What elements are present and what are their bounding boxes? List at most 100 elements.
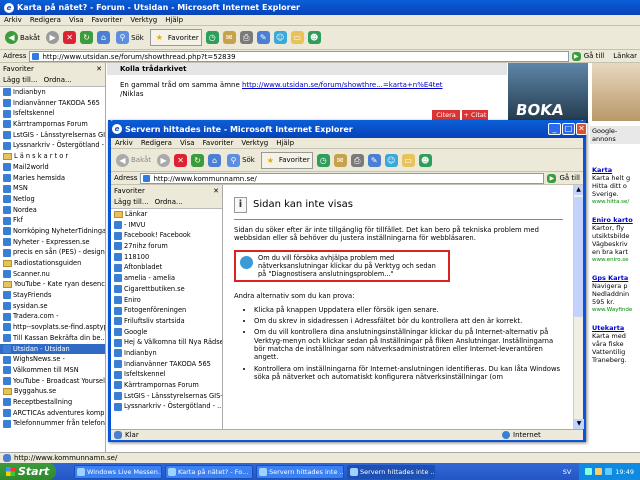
- scroll-down-arrow-icon[interactable]: ▼: [574, 419, 584, 429]
- refresh-icon[interactable]: ↻: [191, 153, 205, 167]
- tray-icon-1[interactable]: [585, 468, 593, 475]
- front-address-input[interactable]: http://www.kommunnamn.se/: [140, 172, 545, 184]
- front-menu-hjalp[interactable]: Hjälp: [276, 139, 294, 147]
- back-favorite-item[interactable]: Norrköping NyheterTidningar: [0, 226, 105, 237]
- back-favorite-item[interactable]: Till Kassan Bekräfta din be...: [0, 333, 105, 344]
- vertical-scrollbar[interactable]: ▲ ▼: [573, 185, 584, 429]
- ad-3-title[interactable]: Gps Karta: [592, 274, 638, 282]
- front-menu-redigera[interactable]: Redigera: [141, 139, 172, 147]
- back-favorite-item[interactable]: Isfeltskennel: [0, 108, 105, 119]
- back-favorite-item[interactable]: Netlog: [0, 194, 105, 205]
- back-favorite-item[interactable]: sysidan.se: [0, 301, 105, 312]
- history-icon[interactable]: ◷: [205, 31, 219, 44]
- messenger-icon[interactable]: ☺: [384, 153, 398, 167]
- forward-arrow-icon[interactable]: ▶: [157, 153, 171, 167]
- back-back-button[interactable]: ◀ Bakåt: [3, 30, 42, 45]
- task-karta[interactable]: Karta på nätet? - Fo...: [165, 464, 253, 479]
- go-arrow-icon[interactable]: ▶: [571, 51, 581, 61]
- back-favorite-item[interactable]: http--sovplats.se-find.asptyp...: [0, 322, 105, 333]
- tray-icon-2[interactable]: [595, 468, 603, 475]
- front-go-label[interactable]: Gå till: [559, 174, 580, 182]
- back-title-bar[interactable]: e Karta på nätet? - Forum - Utsidan - Mi…: [0, 0, 640, 15]
- task-servern-2[interactable]: Servern hittades inte ...: [347, 464, 435, 479]
- ad-1[interactable]: Karta Karta helt g Hitta ditt o Sverige.…: [590, 144, 640, 366]
- forward-arrow-icon[interactable]: ▶: [46, 31, 60, 44]
- back-favorite-item[interactable]: Lyssnarkriv - Östergötland - ...: [0, 140, 105, 151]
- task-messenger[interactable]: Windows Live Messen...: [74, 464, 162, 479]
- front-favorite-item[interactable]: amelia - amelia: [111, 273, 222, 284]
- back-favorite-item[interactable]: Fkf: [0, 215, 105, 226]
- front-favorite-item[interactable]: Kärrtrampornas Forum: [111, 380, 222, 391]
- back-favorite-item[interactable]: Byggahus.se: [0, 386, 105, 397]
- front-menu-verktyg[interactable]: Verktyg: [241, 139, 268, 147]
- back-favorite-item[interactable]: ARCTICAs adventures kompis ...: [0, 408, 105, 419]
- front-favorite-item[interactable]: Facebook! Facebook: [111, 230, 222, 241]
- close-icon[interactable]: ✕: [213, 187, 219, 195]
- diagnose-box[interactable]: Om du vill försöka avhjälpa problem med …: [234, 249, 450, 283]
- back-links-label[interactable]: Länkar: [613, 52, 637, 60]
- front-favorite-item[interactable]: Indianvänner TAKODA 565: [111, 359, 222, 370]
- front-favorite-item[interactable]: Indianbyn: [111, 348, 222, 359]
- back-favorite-item[interactable]: YouTube - Kate ryan desench...: [0, 279, 105, 290]
- task-servern-1[interactable]: Servern hittades inte ...: [256, 464, 344, 479]
- language-indicator[interactable]: SV: [563, 468, 572, 476]
- forum-link[interactable]: http://www.utsidan.se/forum/showthre...=…: [242, 81, 443, 89]
- back-favorite-item[interactable]: Radiostationsguiden: [0, 258, 105, 269]
- back-favorite-item[interactable]: L ä n s k a r t o r: [0, 151, 105, 162]
- front-favorite-item[interactable]: Eniro: [111, 295, 222, 306]
- front-favorites-organize[interactable]: Ordna...: [155, 198, 183, 206]
- front-menu-arkiv[interactable]: Arkiv: [115, 139, 133, 147]
- back-favorite-item[interactable]: Kärrtrampornas Forum: [0, 119, 105, 130]
- refresh-icon[interactable]: ↻: [80, 31, 94, 44]
- back-favorite-item[interactable]: Scanner.nu: [0, 269, 105, 280]
- back-favorite-item[interactable]: Tradera.com -: [0, 311, 105, 322]
- mail-icon[interactable]: ✉: [333, 153, 347, 167]
- front-menu-visa[interactable]: Visa: [180, 139, 195, 147]
- mail-icon[interactable]: ✉: [222, 31, 236, 44]
- ad-4-title[interactable]: Utekarta: [592, 324, 638, 332]
- back-favorites-button[interactable]: ★ Favoriter: [149, 29, 202, 46]
- back-favorite-item[interactable]: MSN: [0, 183, 105, 194]
- back-favorite-item[interactable]: Nordea: [0, 205, 105, 216]
- messenger-icon[interactable]: ☺: [273, 31, 287, 44]
- back-favorite-item[interactable]: Utsidan - Utsidan: [0, 343, 105, 355]
- front-favorites-add[interactable]: Lägg till...: [114, 198, 149, 206]
- front-favorite-item[interactable]: Cigarettbutiken.se: [111, 284, 222, 295]
- front-favorite-item[interactable]: Aftonbladet: [111, 262, 222, 273]
- maximize-button[interactable]: □: [562, 123, 575, 135]
- back-menu-visa[interactable]: Visa: [69, 16, 84, 24]
- ad-2-title[interactable]: Eniro karto: [592, 216, 638, 224]
- research-icon[interactable]: ▭: [401, 153, 415, 167]
- scroll-up-arrow-icon[interactable]: ▲: [574, 185, 583, 195]
- back-favorite-item[interactable]: YouTube - Broadcast Yourself.: [0, 376, 105, 387]
- clock[interactable]: 19:49: [615, 468, 634, 476]
- print-icon[interactable]: ⎙: [239, 31, 253, 44]
- back-menu-hjalp[interactable]: Hjälp: [165, 16, 183, 24]
- ad-1-title[interactable]: Karta: [592, 166, 638, 174]
- front-favorite-item[interactable]: Google: [111, 327, 222, 338]
- back-menu-favoriter[interactable]: Favoriter: [92, 16, 123, 24]
- front-favorite-item[interactable]: 27nihz forum: [111, 241, 222, 252]
- back-favorite-item[interactable]: Maries hemsida: [0, 173, 105, 184]
- front-search-button[interactable]: ⚲ Sök: [225, 153, 257, 168]
- scroll-thumb[interactable]: [574, 197, 583, 317]
- home-icon[interactable]: ⌂: [97, 31, 111, 44]
- minimize-button[interactable]: _: [548, 123, 561, 135]
- go-arrow-icon[interactable]: ▶: [547, 173, 557, 183]
- front-favorite-item[interactable]: Isfeltskennel: [111, 369, 222, 380]
- close-icon[interactable]: ✕: [96, 65, 102, 73]
- front-favorite-item[interactable]: Länkar: [111, 209, 222, 220]
- back-favorites-add[interactable]: Lägg till...: [3, 76, 38, 84]
- citera-button[interactable]: Citera: [432, 110, 460, 120]
- messenger2-icon[interactable]: ☻: [307, 31, 321, 44]
- front-menu-favoriter[interactable]: Favoriter: [203, 139, 234, 147]
- front-favorite-item[interactable]: 118100: [111, 252, 222, 263]
- edit-icon[interactable]: ✎: [256, 31, 270, 44]
- front-favorite-item[interactable]: Lyssnarkriv - Östergötland - ...: [111, 401, 222, 412]
- print-icon[interactable]: ⎙: [350, 153, 364, 167]
- back-address-input[interactable]: http://www.utsidan.se/forum/showthread.p…: [29, 50, 569, 62]
- back-menu-verktyg[interactable]: Verktyg: [130, 16, 157, 24]
- back-menu-redigera[interactable]: Redigera: [30, 16, 61, 24]
- research-icon[interactable]: ▭: [290, 31, 304, 44]
- front-title-bar[interactable]: e Servern hittades inte - Microsoft Inte…: [108, 120, 586, 138]
